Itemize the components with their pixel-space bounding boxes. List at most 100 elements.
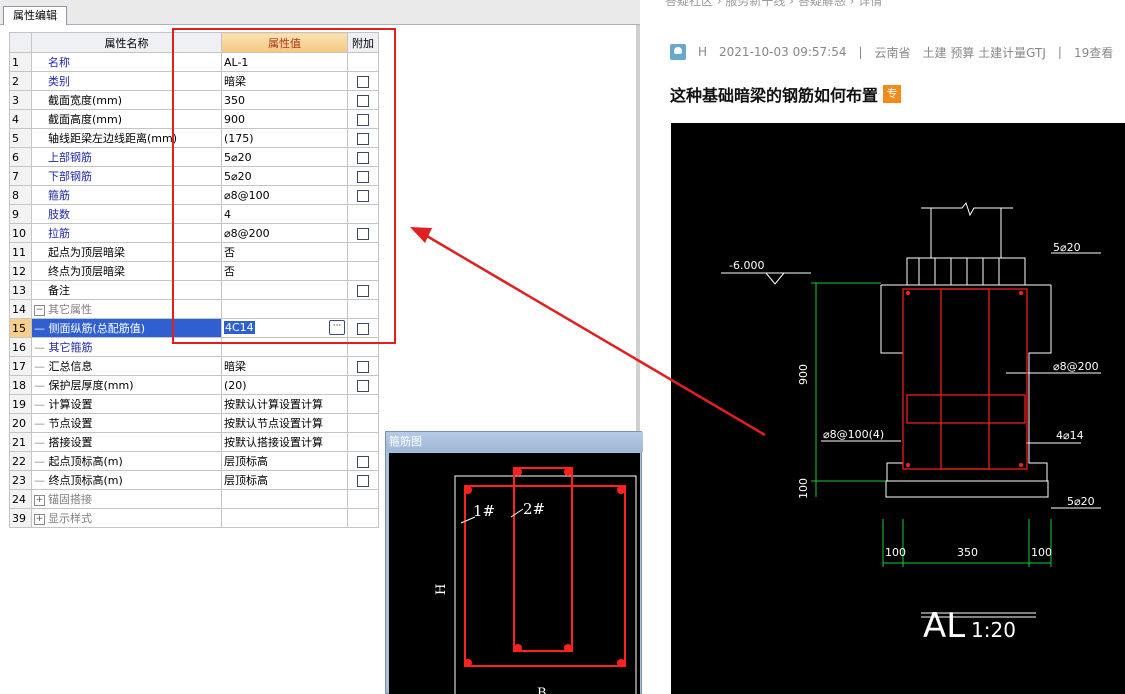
- property-name-label: 下部钢筋: [48, 170, 92, 183]
- breadcrumb[interactable]: 答疑社区 › 服务新干线 › 答疑解惑 › 详情: [665, 0, 882, 9]
- table-row[interactable]: 21— 搭接设置 按默认搭接设置计算: [9, 432, 379, 452]
- property-value-cell[interactable]: 按默认搭接设置计算: [221, 432, 348, 452]
- extra-checkbox[interactable]: [357, 474, 369, 487]
- label-b: B: [537, 686, 547, 694]
- table-row[interactable]: 19— 计算设置 按默认计算设置计算: [9, 394, 379, 414]
- property-name-label: 节点设置: [48, 417, 93, 430]
- property-value-text: 按默认搭接设置计算: [224, 436, 323, 449]
- property-name-label: 计算设置: [48, 398, 93, 411]
- stirrup-window-title[interactable]: 箍筋图: [386, 432, 643, 452]
- property-name-label: 肢数: [48, 208, 70, 221]
- property-value-cell[interactable]: 暗梁: [221, 356, 348, 376]
- extra-cell: [347, 432, 379, 452]
- view-count: 19查看: [1073, 45, 1114, 60]
- property-value-cell[interactable]: [221, 508, 348, 528]
- row-number: 1: [9, 52, 32, 72]
- property-value-cell[interactable]: 层顶标高: [221, 451, 348, 471]
- table-row[interactable]: 18— 保护层厚度(mm) (20): [9, 375, 379, 395]
- property-name-cell[interactable]: — 起点顶标高(m): [31, 451, 222, 471]
- stirrup-inner-red: [940, 288, 990, 470]
- tree-connector: —: [34, 322, 49, 335]
- row-number: 19: [9, 394, 32, 414]
- table-row[interactable]: 17— 汇总信息 暗梁: [9, 356, 379, 376]
- property-name-cell[interactable]: — 搭接设置: [31, 432, 222, 452]
- extra-cell: [347, 508, 379, 528]
- property-name-cell[interactable]: + 显示样式: [31, 508, 222, 528]
- row-number: 23: [9, 470, 32, 490]
- tree-connector: —: [34, 436, 49, 449]
- base-slab: [885, 480, 1049, 498]
- extra-cell: [347, 375, 379, 395]
- stirrup-outer-red: [902, 288, 1028, 470]
- label-elevation: -6.000: [729, 259, 764, 272]
- tie-red: [906, 394, 1026, 424]
- table-row[interactable]: 24 + 锚固搭接: [9, 489, 379, 509]
- label-tie: ⌀8@200: [1053, 360, 1099, 373]
- row-number: 7: [9, 166, 32, 186]
- table-row[interactable]: 20— 节点设置 按默认节点设置计算: [9, 413, 379, 433]
- extra-checkbox[interactable]: [357, 455, 369, 468]
- property-name-cell[interactable]: — 计算设置: [31, 394, 222, 414]
- cad-drawing-image[interactable]: 5⌀20 -6.000 ⌀8@200 ⌀8@100(4) 4⌀14 5⌀20 9…: [671, 123, 1125, 694]
- tab-property-edit[interactable]: 属性编辑: [3, 6, 67, 26]
- property-name-cell[interactable]: — 保护层厚度(mm): [31, 375, 222, 395]
- extra-cell: [347, 470, 379, 490]
- property-value-text: 按默认计算设置计算: [224, 398, 323, 411]
- property-name-cell[interactable]: — 节点设置: [31, 413, 222, 433]
- label-h: H: [434, 584, 449, 595]
- property-value-text: 层顶标高: [224, 455, 268, 468]
- property-name-label: 终点顶标高(m): [48, 474, 123, 487]
- table-row[interactable]: 22— 起点顶标高(m) 层顶标高: [9, 451, 379, 471]
- stirrup-inner: [513, 467, 573, 652]
- property-name-cell[interactable]: + 锚固搭接: [31, 489, 222, 509]
- post-title-text: 这种基础暗梁的钢筋如何布置: [670, 86, 879, 105]
- stirrup-svg: 1# 2# H B: [434, 467, 637, 694]
- row-number: 17: [9, 356, 32, 376]
- row-number: 20: [9, 413, 32, 433]
- row-number: 9: [9, 204, 32, 224]
- separator: |: [858, 45, 863, 59]
- author-name[interactable]: H: [698, 45, 707, 59]
- property-value-text: 层顶标高: [224, 474, 268, 487]
- table-row[interactable]: 23— 终点顶标高(m) 层顶标高: [9, 470, 379, 490]
- table-row[interactable]: 39 + 显示样式: [9, 508, 379, 528]
- property-name-label: 保护层厚度(mm): [48, 379, 134, 392]
- property-value-cell[interactable]: 按默认节点设置计算: [221, 413, 348, 433]
- property-value-cell[interactable]: (20): [221, 375, 348, 395]
- stirrup-diagram-window: 箍筋图 1# 2# H B: [385, 431, 643, 694]
- header-num: [9, 32, 32, 53]
- property-name-label: 截面宽度(mm): [48, 94, 123, 107]
- row-number: 10: [9, 223, 32, 243]
- expand-icon[interactable]: +: [34, 494, 45, 506]
- post-title: 这种基础暗梁的钢筋如何布置 专: [670, 82, 902, 106]
- property-name-cell[interactable]: — 终点顶标高(m): [31, 470, 222, 490]
- property-value-cell[interactable]: [221, 489, 348, 509]
- avatar[interactable]: [670, 44, 686, 60]
- row-number: 13: [9, 280, 32, 300]
- property-value-cell[interactable]: 层顶标高: [221, 470, 348, 490]
- tree-connector: —: [34, 341, 49, 354]
- extra-checkbox[interactable]: [357, 379, 369, 392]
- row-number: 39: [9, 508, 32, 528]
- rebar-dot: [1019, 291, 1023, 295]
- property-name-label: 起点为顶层暗梁: [48, 246, 125, 259]
- tree-connector: —: [34, 398, 49, 411]
- tree-connector: —: [34, 360, 49, 373]
- property-value-cell[interactable]: 按默认计算设置计算: [221, 394, 348, 414]
- property-name-label: 箍筋: [48, 189, 70, 202]
- rebar-dot: [1019, 463, 1023, 467]
- label-title: AL: [923, 606, 965, 646]
- beam-outline: [880, 285, 1052, 482]
- rebar-dot: [617, 659, 625, 667]
- label-scale: 1:20: [971, 618, 1016, 642]
- collapse-icon[interactable]: −: [34, 304, 45, 316]
- extra-checkbox[interactable]: [357, 360, 369, 373]
- property-name-label: 显示样式: [48, 512, 92, 525]
- extra-cell: [347, 413, 379, 433]
- property-value-text: 暗梁: [224, 360, 246, 373]
- elev-marker: [765, 272, 785, 285]
- row-number: 18: [9, 375, 32, 395]
- property-name-cell[interactable]: — 汇总信息: [31, 356, 222, 376]
- expand-icon[interactable]: +: [34, 513, 45, 525]
- label-width-right: 100: [1031, 546, 1052, 559]
